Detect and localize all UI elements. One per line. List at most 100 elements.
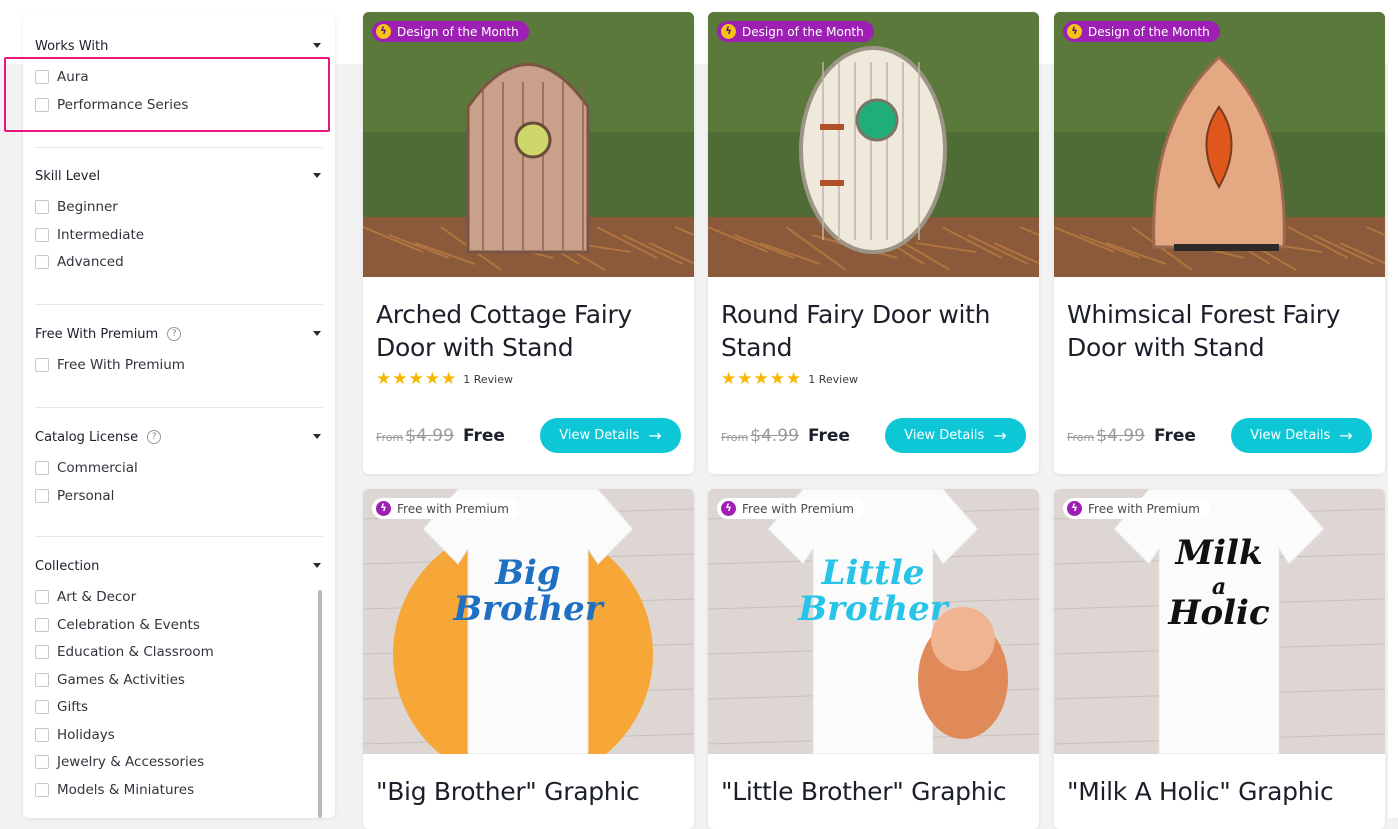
checkbox[interactable]	[35, 727, 49, 742]
filter-group-works-with: Works With Aura Performance Series	[35, 36, 323, 113]
product-thumbnail[interactable]: Big Brother	[363, 489, 694, 754]
section-divider	[35, 536, 323, 537]
checkbox[interactable]	[35, 755, 49, 769]
help-icon[interactable]: ?	[167, 327, 182, 341]
badge-label: Free with Premium	[397, 501, 509, 516]
checkbox[interactable]	[35, 590, 49, 604]
filter-option-label: Holidays	[57, 726, 115, 743]
review-count[interactable]: 1 Review	[463, 373, 513, 386]
filter-option-beginner[interactable]: Beginner	[35, 197, 118, 217]
filter-group-header[interactable]: Skill Level	[35, 166, 323, 186]
shirt-graphic-text: Big	[494, 553, 560, 593]
sidebar-scrollbar[interactable]	[318, 590, 322, 818]
shirt-graphic-text: Brother	[452, 589, 604, 629]
price: From $4.99 Free	[376, 426, 505, 446]
chevron-down-icon[interactable]	[313, 43, 321, 48]
arrow-right-icon: →	[648, 426, 662, 445]
checkbox[interactable]	[35, 672, 49, 687]
star-icon: ★	[721, 369, 737, 389]
checkbox[interactable]	[35, 782, 49, 797]
filter-group-header[interactable]: Free With Premium?	[35, 324, 323, 344]
filter-option-label: Beginner	[57, 199, 118, 215]
filter-group-header[interactable]: Works With	[35, 36, 323, 56]
door-hinge	[820, 124, 844, 130]
checkbox[interactable]	[35, 461, 49, 475]
product-card[interactable]: ϟ Design of the Month Arched Cottage Fairy…	[363, 12, 694, 474]
help-icon[interactable]: ?	[147, 430, 162, 444]
star-icon: ★	[408, 369, 424, 389]
product-card[interactable]: Milk a Holic ϟ Free with Premium "Milk A Holi…	[1054, 489, 1385, 829]
checkbox[interactable]	[35, 200, 49, 214]
filter-group-header[interactable]: Collection	[35, 556, 323, 576]
product-card[interactable]: Big Brother ϟ Free with Premium "Big Brother…	[363, 489, 694, 829]
badge-dom: ϟ Design of the Month	[1063, 21, 1220, 42]
lightning-icon: ϟ	[376, 24, 391, 39]
filter-option-models-and-miniatures[interactable]: Models & Miniatures	[35, 780, 194, 800]
badge-fwp: ϟ Free with Premium	[1063, 498, 1210, 519]
original-price: $4.99	[405, 426, 454, 446]
filter-option-label: Games & Activities	[57, 671, 185, 688]
badge-label: Free with Premium	[742, 501, 854, 516]
chevron-down-icon[interactable]	[313, 173, 321, 178]
product-thumbnail[interactable]	[363, 12, 694, 277]
filter-option-gifts[interactable]: Gifts	[35, 697, 88, 717]
product-card[interactable]: ϟ Design of the Month Round Fairy Door wit…	[708, 12, 1039, 474]
filter-option-education-and-classroom[interactable]: Education & Classroom	[35, 642, 214, 662]
original-price: $4.99	[750, 426, 799, 446]
product-photo: LittleBrother	[708, 489, 1039, 754]
star-icon: ★	[392, 369, 408, 389]
view-details-button[interactable]: View Details →	[885, 418, 1026, 453]
product-thumbnail[interactable]	[1054, 12, 1385, 277]
filter-option-personal[interactable]: Personal	[35, 486, 114, 506]
product-title[interactable]: Whimsical Forest Fairy Door with Stand	[1067, 298, 1372, 364]
button-label: View Details	[1250, 428, 1331, 443]
checkbox[interactable]	[35, 700, 49, 714]
lightning-icon: ϟ	[376, 501, 391, 516]
filter-group-skill-level: Skill Level Beginner Intermediate Advanced	[35, 166, 323, 270]
badge-fwp: ϟ Free with Premium	[717, 498, 864, 519]
filter-option-jewelry-and-accessories[interactable]: Jewelry & Accessories	[35, 752, 204, 772]
filter-option-advanced[interactable]: Advanced	[35, 252, 124, 272]
filter-group-collection: Collection Art & Decor Celebration & Event…	[35, 556, 323, 798]
chevron-down-icon[interactable]	[313, 563, 321, 568]
product-title[interactable]: Arched Cottage Fairy Door with Stand	[376, 298, 681, 364]
product-thumbnail[interactable]: Milk a Holic	[1054, 489, 1385, 754]
review-count[interactable]: 1 Review	[808, 373, 858, 386]
filter-option-free-with-premium[interactable]: Free With Premium	[35, 355, 185, 375]
product-title[interactable]: "Little Brother" Graphic	[721, 775, 1026, 808]
checkbox[interactable]	[35, 488, 49, 503]
checkbox[interactable]	[35, 227, 49, 242]
price-from-label: From	[721, 431, 749, 444]
product-photo	[363, 12, 694, 277]
product-thumbnail[interactable]: Little Brother	[708, 489, 1039, 754]
checkbox[interactable]	[35, 645, 49, 659]
view-details-button[interactable]: View Details →	[1231, 418, 1372, 453]
filter-option-art-and-decor[interactable]: Art & Decor	[35, 587, 136, 607]
filter-option-label: Personal	[57, 487, 115, 504]
filter-option-celebration-and-events[interactable]: Celebration & Events	[35, 615, 200, 635]
product-card[interactable]: ϟ Design of the Month Whimsical Forest Fai…	[1054, 12, 1385, 474]
filter-option-games-and-activities[interactable]: Games & Activities	[35, 670, 185, 690]
checkbox[interactable]	[35, 255, 49, 269]
product-title[interactable]: "Milk A Holic" Graphic	[1067, 775, 1372, 808]
checkbox[interactable]	[35, 617, 49, 632]
product-thumbnail[interactable]	[708, 12, 1039, 277]
filter-option-holidays[interactable]: Holidays	[35, 725, 115, 745]
product-title[interactable]: "Big Brother" Graphic	[376, 775, 681, 808]
chevron-down-icon[interactable]	[313, 434, 321, 439]
star-icon: ★	[753, 369, 769, 389]
lightning-icon: ϟ	[721, 24, 736, 39]
product-card[interactable]: Little Brother ϟ Free with Premium "Little B…	[708, 489, 1039, 829]
product-photo: MilkaHolic	[1054, 489, 1385, 754]
filter-group-header[interactable]: Catalog License?	[35, 427, 323, 447]
chevron-down-icon[interactable]	[313, 331, 321, 336]
checkbox[interactable]	[35, 358, 49, 372]
filter-option-commercial[interactable]: Commercial	[35, 458, 138, 478]
view-details-button[interactable]: View Details →	[540, 418, 681, 453]
filter-option-label: Jewelry & Accessories	[57, 754, 205, 770]
filter-group-title: Skill Level	[35, 168, 101, 184]
filter-option-label: Celebration & Events	[57, 616, 200, 633]
product-title[interactable]: Round Fairy Door with Stand	[721, 298, 1026, 364]
filter-option-intermediate[interactable]: Intermediate	[35, 225, 144, 245]
star-icon: ★	[424, 369, 440, 389]
